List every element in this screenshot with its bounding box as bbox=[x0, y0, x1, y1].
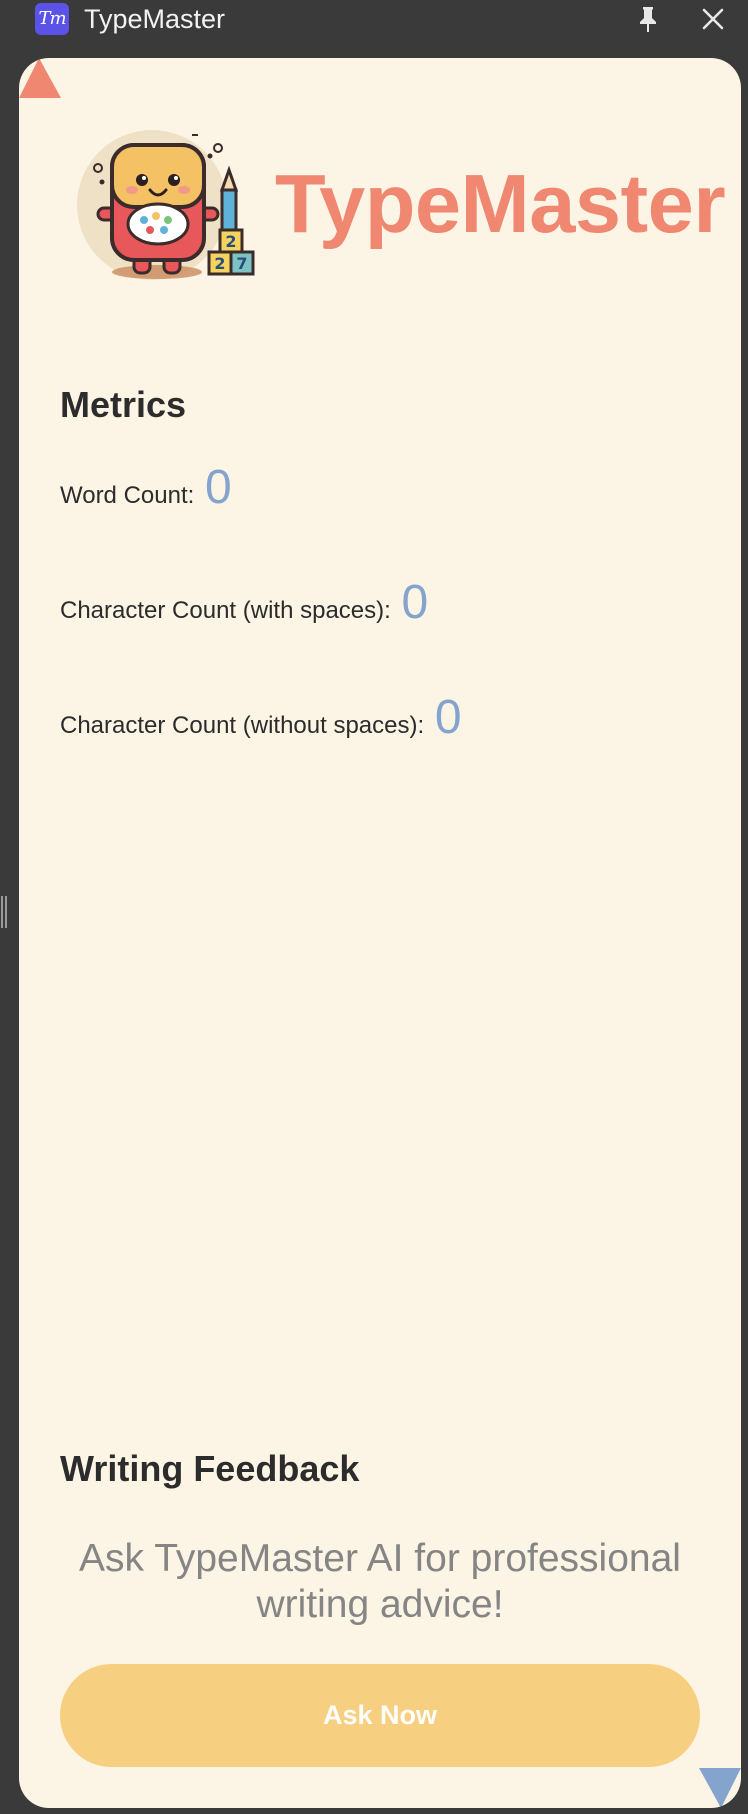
pin-icon[interactable] bbox=[634, 4, 662, 34]
main-panel: 2 2 7 TypeMaster Metrics Word Count: 0 C… bbox=[19, 58, 741, 1808]
svg-text:2: 2 bbox=[214, 254, 225, 273]
svg-text:7: 7 bbox=[236, 254, 247, 273]
metric-label: Character Count (without spaces): bbox=[60, 712, 425, 739]
mascot-logo-icon: 2 2 7 bbox=[77, 130, 255, 280]
ask-now-button[interactable]: Ask Now bbox=[60, 1664, 700, 1767]
metric-value: 0 bbox=[401, 576, 429, 629]
char-count-with-spaces-metric: Character Count (with spaces): 0 bbox=[60, 575, 428, 630]
word-count-metric: Word Count: 0 bbox=[60, 460, 232, 515]
app-logo-icon: Tm bbox=[35, 3, 69, 35]
resize-handle[interactable] bbox=[0, 896, 10, 928]
metric-value: 0 bbox=[434, 691, 462, 744]
close-icon[interactable] bbox=[698, 4, 728, 34]
char-count-without-spaces-metric: Character Count (without spaces): 0 bbox=[60, 690, 462, 745]
corner-decoration bbox=[699, 1768, 741, 1808]
metrics-heading: Metrics bbox=[60, 384, 187, 425]
feedback-prompt: Ask TypeMaster AI for professional writi… bbox=[79, 1537, 681, 1626]
brand-title: TypeMaster bbox=[275, 157, 726, 250]
metric-label: Character Count (with spaces): bbox=[60, 597, 391, 624]
svg-text:2: 2 bbox=[225, 232, 236, 251]
window-title: TypeMaster bbox=[84, 4, 226, 34]
metric-label: Word Count: bbox=[60, 482, 195, 509]
metric-value: 0 bbox=[204, 461, 232, 514]
title-bar: Tm TypeMaster bbox=[0, 0, 748, 58]
writing-feedback-heading: Writing Feedback bbox=[60, 1448, 360, 1489]
corner-decoration bbox=[19, 58, 61, 98]
